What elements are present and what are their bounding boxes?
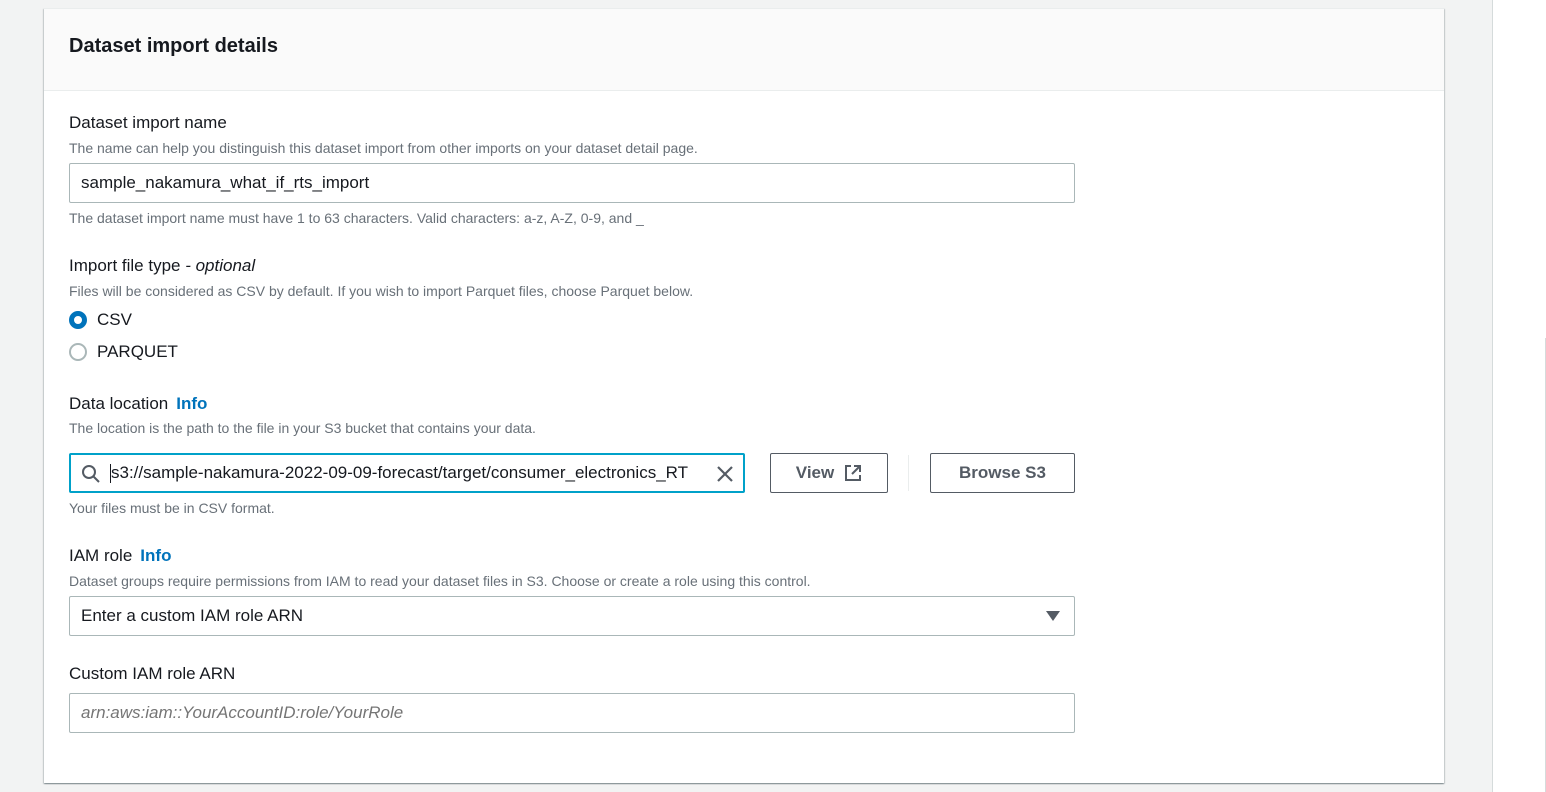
iam-role-info-link[interactable]: Info	[140, 546, 171, 565]
iam-role-label-text: IAM role	[69, 546, 133, 565]
caret-down-icon	[1046, 611, 1060, 621]
external-link-icon	[845, 465, 862, 481]
view-button[interactable]: View	[770, 453, 888, 493]
optional-tag: - optional	[180, 256, 256, 275]
view-button-label: View	[795, 463, 835, 482]
right-rail	[1492, 0, 1546, 792]
button-divider	[908, 455, 909, 491]
import-name-constraint: The dataset import name must have 1 to 6…	[69, 210, 644, 226]
iam-role-select[interactable]: Enter a custom IAM role ARN	[69, 596, 1075, 636]
data-location-label: Data location Info	[69, 394, 207, 414]
data-location-description: The location is the path to the file in …	[69, 420, 536, 436]
radio-button-parquet[interactable]	[69, 343, 87, 361]
data-location-label-text: Data location	[69, 394, 169, 413]
custom-arn-input[interactable]	[69, 693, 1075, 733]
container-title: Dataset import details	[69, 35, 278, 57]
radio-label-csv: CSV	[97, 310, 132, 329]
radio-parquet[interactable]: PARQUET	[69, 342, 178, 362]
import-name-input[interactable]	[69, 163, 1075, 203]
import-name-description: The name can help you distinguish this d…	[69, 140, 698, 156]
s3-location-search[interactable]: s3://sample-nakamura-2022-09-09-forecast…	[69, 453, 745, 493]
text-cursor	[110, 464, 111, 483]
custom-arn-label: Custom IAM role ARN	[69, 664, 236, 683]
s3-location-value[interactable]: s3://sample-nakamura-2022-09-09-forecast…	[111, 455, 711, 491]
iam-role-description: Dataset groups require permissions from …	[69, 573, 811, 589]
search-icon	[82, 465, 100, 483]
file-type-description: Files will be considered as CSV by defau…	[69, 283, 694, 299]
close-icon[interactable]	[715, 464, 735, 484]
data-location-info-link[interactable]: Info	[176, 394, 207, 413]
radio-button-csv[interactable]	[69, 311, 87, 329]
file-type-label: Import file type - optional	[69, 256, 255, 276]
iam-role-selected-value: Enter a custom IAM role ARN	[81, 606, 304, 625]
dataset-import-details-container: Dataset import details Dataset import na…	[44, 8, 1444, 783]
data-location-hint: Your files must be in CSV format.	[69, 500, 275, 516]
file-type-label-text: Import file type	[69, 256, 181, 275]
iam-role-label: IAM role Info	[69, 546, 171, 566]
browse-s3-button[interactable]: Browse S3	[930, 453, 1075, 493]
radio-label-parquet: PARQUET	[97, 342, 178, 361]
radio-csv[interactable]: CSV	[69, 310, 132, 330]
import-name-label: Dataset import name	[69, 113, 227, 132]
container-header: Dataset import details	[44, 9, 1444, 91]
